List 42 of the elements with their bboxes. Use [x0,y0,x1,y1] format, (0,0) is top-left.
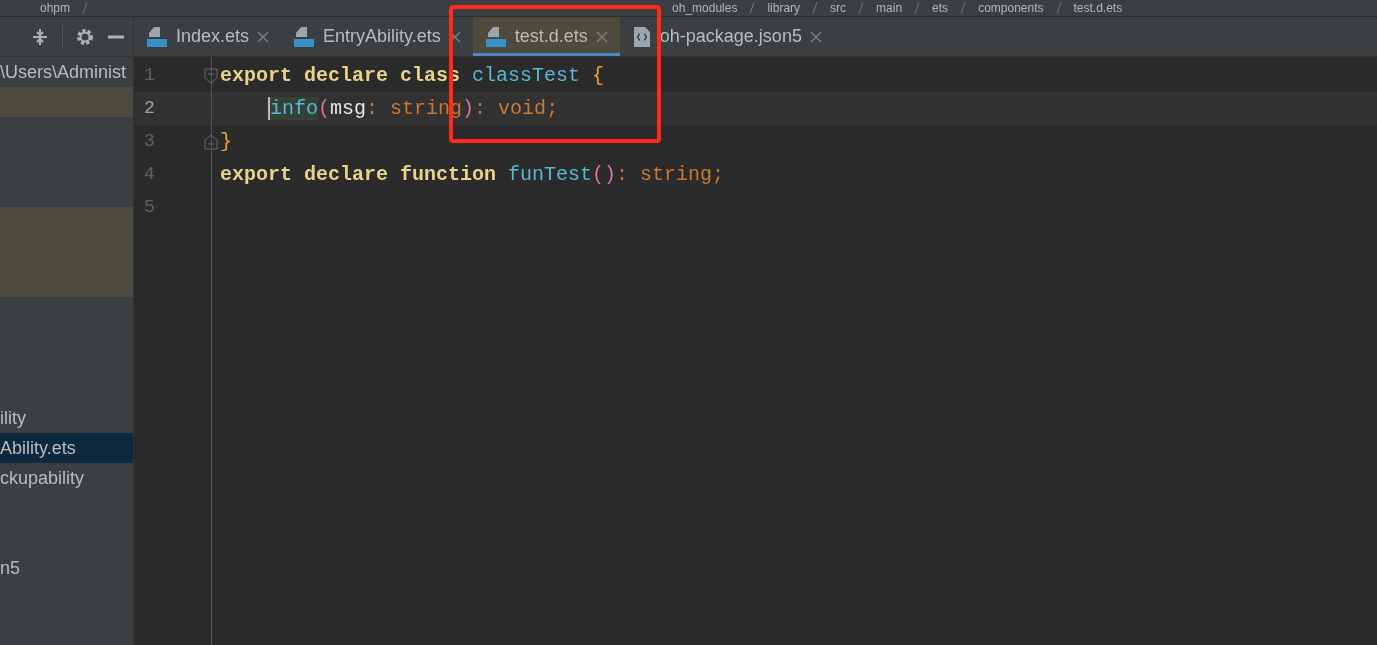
json-file-icon [631,25,652,48]
breadcrumb[interactable]: library [767,2,801,14]
close-icon[interactable] [595,30,608,43]
ets-file-icon [146,25,168,48]
tree-item[interactable]: ility [0,403,133,433]
file-tab[interactable]: EntryAbility.ets [281,17,473,56]
line-number: 5 [144,196,155,219]
breadcrumb[interactable]: components [978,2,1044,14]
ets-file-icon [293,25,316,48]
separator-icon [749,2,756,14]
breadcrumb[interactable]: ohpm [40,2,71,14]
breadcrumb[interactable]: ets [932,2,949,14]
breadcrumb[interactable]: oh_modules [672,2,738,14]
breadcrumb[interactable]: main [876,2,903,14]
breadcrumb[interactable]: test.d.ets [1073,2,1123,14]
separator-icon [82,2,89,14]
line-number: 4 [144,163,155,186]
separator-icon [914,2,921,14]
separator-icon [858,2,865,14]
ets-file-icon [484,25,507,48]
breadcrumb[interactable]: src [830,2,847,14]
tree-item[interactable]: n5 [0,553,133,583]
collapse-all-icon[interactable] [30,26,50,47]
separator-icon [812,2,819,14]
line-number: 2 [144,97,155,120]
line-number: 3 [144,130,155,153]
file-tab[interactable]: test.d.ets [472,17,620,56]
project-path: \Users\Administ [0,60,127,84]
settings-icon[interactable] [75,26,95,47]
line-number: 1 [144,64,155,87]
close-icon[interactable] [257,30,270,43]
file-tab[interactable]: oh-package.json5 [619,17,834,56]
fold-icon[interactable] [204,67,218,84]
code-line: export declare function funTest(): string; [220,161,725,188]
file-tab[interactable]: Index.ets [134,17,282,56]
separator-icon [1055,2,1062,14]
fold-icon[interactable] [204,133,218,150]
close-icon[interactable] [809,30,822,43]
code-line: } [220,128,232,155]
tree-item[interactable]: ckupability [0,463,133,493]
tree-item[interactable]: Ability.ets [0,433,133,463]
separator-icon [960,2,967,14]
